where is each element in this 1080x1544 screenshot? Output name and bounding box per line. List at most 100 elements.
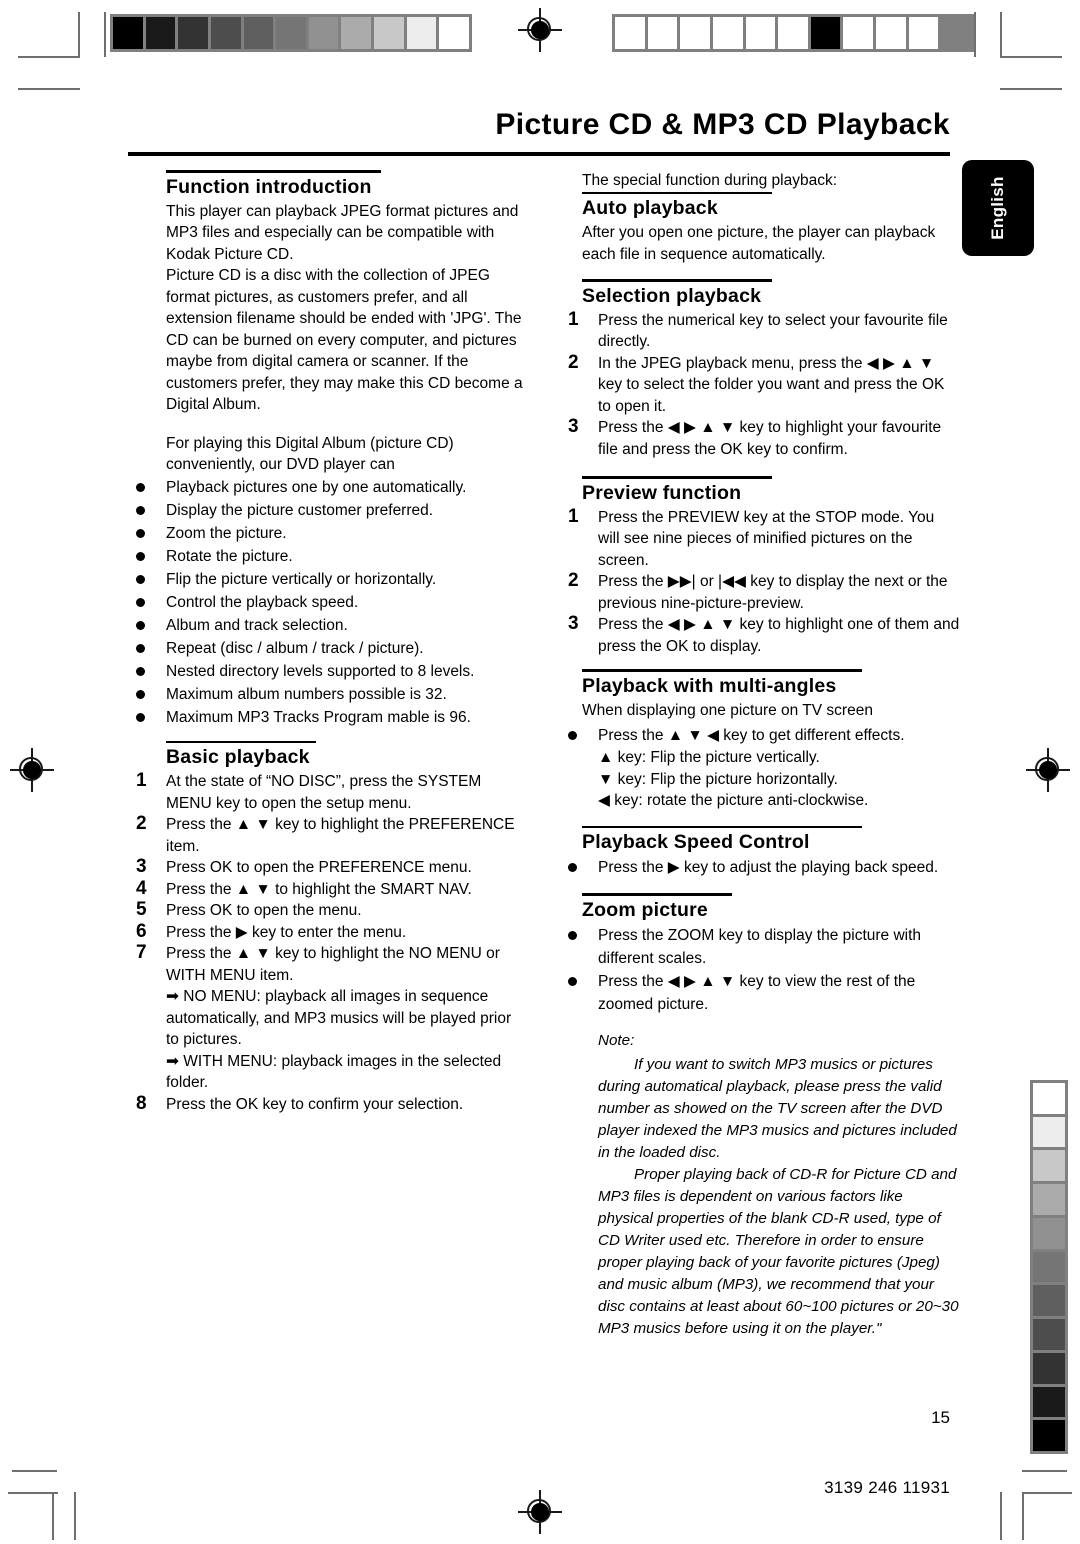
- step-item: 2 Press the ▶▶| or |◀◀ key to display the…: [560, 570, 960, 614]
- list-item: Nested directory levels supported to 8 l…: [128, 660, 528, 683]
- section-divider: [582, 669, 862, 672]
- step-item: 1 Press the numerical key to select your …: [560, 308, 960, 353]
- step-number: 4: [136, 877, 147, 899]
- feature-text: Control the playback speed.: [166, 593, 359, 611]
- multi-angles-bullet: Press the ▲ ▼ ◀ key to get different eff…: [598, 727, 905, 744]
- step-text: Press the ▶▶| or |◀◀ key to display the …: [598, 573, 948, 612]
- page-body: Picture CD & MP3 CD Playback English Fun…: [0, 0, 1080, 1544]
- step-item: 3 Press the ◀ ▶ ▲ ▼ key to highlight your…: [560, 416, 960, 460]
- bullet-dot-icon: [568, 976, 577, 986]
- function-intro-paragraph-3: For playing this Digital Album (picture …: [166, 434, 454, 474]
- heading-preview-function: Preview function: [582, 481, 742, 504]
- title-divider: [128, 152, 950, 156]
- list-item: Repeat (disc / album / track / picture).: [128, 637, 528, 660]
- step-item: 5 Press OK to open the menu.: [128, 899, 528, 922]
- list-item: Maximum album numbers possible is 32.: [128, 683, 528, 706]
- feature-text: Maximum album numbers possible is 32.: [166, 685, 447, 703]
- feature-text: Repeat (disc / album / track / picture).: [166, 639, 424, 657]
- page-number: 15: [931, 1408, 950, 1427]
- right-column: The special function during playback: Au…: [560, 170, 960, 1340]
- multi-angles-detail: ▼ key: Flip the picture horizontally.: [598, 770, 838, 788]
- step-item: 7 Press the ▲ ▼ key to highlight the NO M…: [128, 942, 528, 1094]
- feature-list: Playback pictures one by one automatical…: [128, 476, 528, 729]
- step-number: 3: [136, 856, 147, 877]
- multi-angles-list: Press the ▲ ▼ ◀ key to get different eff…: [560, 724, 960, 747]
- step-text: Press the ◀ ▶ ▲ ▼ key to highlight one o…: [598, 616, 960, 655]
- feature-text: Maximum MP3 Tracks Program mable is 96.: [166, 708, 471, 726]
- special-function-intro: The special function during playback:: [582, 172, 838, 189]
- feature-text: Album and track selection.: [166, 616, 348, 634]
- step-text: Press the PREVIEW key at the STOP mode. …: [598, 508, 935, 569]
- multi-angles-detail: ▲ key: Flip the picture vertically.: [598, 749, 820, 766]
- feature-text: Zoom the picture.: [166, 524, 287, 542]
- section-divider: [582, 825, 862, 828]
- step-text: Press the ▶ key to enter the menu.: [166, 923, 407, 941]
- bullet-dot-icon: [136, 505, 145, 515]
- step-number: 2: [136, 813, 147, 834]
- step-text: Press the ◀ ▶ ▲ ▼ key to highlight your …: [598, 419, 942, 458]
- step-item: 6 Press the ▶ key to enter the menu.: [128, 920, 528, 944]
- multi-angles-detail: ◀ key: rotate the picture anti-clockwise…: [598, 792, 869, 809]
- note-paragraph-2: Proper playing back of CD-R for Picture …: [598, 1165, 959, 1337]
- selection-playback-steps: 1 Press the numerical key to select your …: [560, 308, 960, 461]
- section-divider: [582, 476, 772, 479]
- bullet-dot-icon: [136, 643, 145, 653]
- heading-speed-control: Playback Speed Control: [582, 831, 810, 853]
- basic-playback-steps: 1 At the state of “NO DISC”, press the SY…: [128, 770, 528, 1115]
- heading-function-introduction: Function introduction: [166, 175, 372, 198]
- heading-auto-playback: Auto playback: [582, 197, 718, 219]
- step-number: 8: [136, 1092, 147, 1114]
- page-title: Picture CD & MP3 CD Playback: [495, 108, 950, 141]
- list-item: Press the ▲ ▼ ◀ key to get different eff…: [560, 724, 960, 747]
- heading-basic-playback: Basic playback: [166, 746, 310, 768]
- section-divider: [582, 191, 772, 194]
- section-divider: [166, 740, 316, 743]
- heading-zoom-picture: Zoom picture: [582, 898, 708, 921]
- multi-angles-details: ▲ key: Flip the picture vertically. ▼ key…: [560, 747, 960, 812]
- list-item: Flip the picture vertically or horizonta…: [128, 568, 528, 591]
- step-number: 2: [568, 570, 579, 591]
- multi-angles-lead: When displaying one picture on TV screen: [582, 701, 873, 719]
- bullet-dot-icon: [136, 574, 145, 584]
- step-number: 1: [568, 308, 579, 330]
- section-divider: [582, 279, 772, 282]
- step-text: Press the numerical key to select your f…: [598, 311, 948, 351]
- step-item: 3 Press OK to open the PREFERENCE menu.: [128, 856, 528, 879]
- feature-text: Rotate the picture.: [166, 547, 293, 565]
- bullet-dot-icon: [136, 620, 145, 630]
- step-number: 7: [136, 942, 147, 963]
- list-item: Album and track selection.: [128, 614, 528, 637]
- feature-text: Flip the picture vertically or horizonta…: [166, 570, 437, 588]
- bullet-dot-icon: [136, 597, 145, 607]
- heading-selection-playback: Selection playback: [582, 284, 762, 307]
- step-text: Press the OK key to confirm your selecti…: [166, 1095, 464, 1113]
- auto-playback-text: After you open one picture, the player c…: [582, 224, 936, 263]
- list-item: Rotate the picture.: [128, 545, 528, 568]
- step-number: 1: [568, 505, 579, 527]
- bullet-dot-icon: [568, 863, 577, 872]
- speed-control-list: Press the ▶ key to adjust the playing ba…: [560, 856, 960, 879]
- step-text: At the state of “NO DISC”, press the SYS…: [166, 773, 482, 812]
- step-text: Press the ▲ ▼ to highlight the SMART NAV…: [166, 880, 472, 898]
- bullet-dot-icon: [136, 689, 145, 699]
- list-item: Playback pictures one by one automatical…: [128, 476, 528, 499]
- step-number: 3: [568, 613, 579, 634]
- note-label: Note:: [598, 1031, 635, 1049]
- zoom-bullet-text: Press the ZOOM key to display the pictur…: [598, 926, 922, 967]
- step-item: 4 Press the ▲ ▼ to highlight the SMART NA…: [128, 877, 528, 901]
- list-item: Control the playback speed.: [128, 591, 528, 614]
- step-number: 6: [136, 920, 147, 942]
- step-text: Press OK to open the menu.: [166, 902, 362, 919]
- section-divider: [166, 170, 381, 173]
- step-item: 2 In the JPEG playback menu, press the ◀ …: [560, 352, 960, 418]
- heading-multi-angles: Playback with multi-angles: [582, 674, 837, 697]
- document-code: 3139 246 11931: [824, 1478, 950, 1497]
- bullet-dot-icon: [136, 712, 145, 722]
- language-tab-label: English: [988, 176, 1007, 240]
- bullet-dot-icon: [136, 551, 145, 561]
- preview-function-steps: 1 Press the PREVIEW key at the STOP mode.…: [560, 505, 960, 658]
- step-number: 5: [136, 899, 147, 920]
- note-block: Note: If you want to switch MP3 musics o…: [598, 1030, 960, 1340]
- zoom-picture-list: Press the ZOOM key to display the pictur…: [560, 924, 960, 1016]
- step-text: Press OK to open the PREFERENCE menu.: [166, 859, 472, 876]
